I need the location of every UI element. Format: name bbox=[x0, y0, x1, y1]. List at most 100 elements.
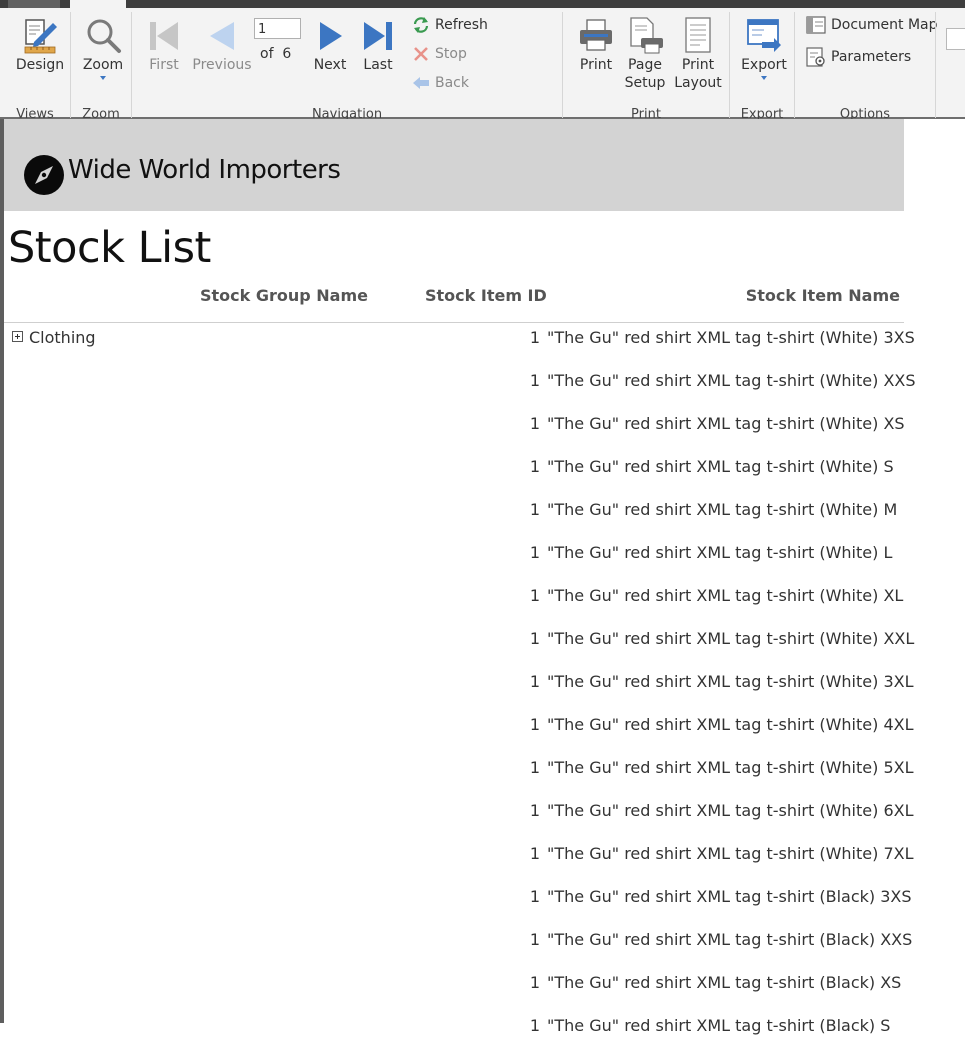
print-layout-icon bbox=[685, 17, 711, 53]
zoom-button[interactable]: Zoom bbox=[78, 16, 128, 80]
zoom-label: Zoom bbox=[82, 57, 124, 73]
page-setup-label-line1: Page bbox=[628, 57, 662, 73]
table-row: 1 "The Gu" red shirt XML tag t-shirt (Whi… bbox=[0, 800, 914, 843]
stock-item-name: "The Gu" red shirt XML tag t-shirt (Whit… bbox=[547, 328, 915, 347]
page-count: of 6 bbox=[260, 46, 291, 62]
window-top-strip bbox=[0, 0, 965, 8]
document-map-icon bbox=[806, 16, 826, 34]
stock-item-id: 1 bbox=[529, 801, 540, 820]
stock-item-name: "The Gu" red shirt XML tag t-shirt (Blac… bbox=[547, 887, 912, 906]
print-button[interactable]: Print bbox=[574, 16, 618, 74]
stock-item-id: 1 bbox=[529, 457, 540, 476]
stock-item-name: "The Gu" red shirt XML tag t-shirt (Whit… bbox=[547, 500, 898, 519]
export-button[interactable]: Export bbox=[738, 16, 790, 80]
stock-item-id: 1 bbox=[529, 930, 540, 949]
report-header-banner: Wide World Importers bbox=[4, 119, 904, 211]
stock-item-name: "The Gu" red shirt XML tag t-shirt (Blac… bbox=[547, 1016, 891, 1035]
next-page-button[interactable]: Next bbox=[308, 16, 352, 74]
stock-item-id: 1 bbox=[529, 371, 540, 390]
export-icon bbox=[747, 19, 781, 52]
stock-item-name: "The Gu" red shirt XML tag t-shirt (Whit… bbox=[547, 629, 915, 648]
parameters-icon bbox=[806, 47, 825, 67]
stock-item-id: 1 bbox=[529, 586, 540, 605]
stock-item-name: "The Gu" red shirt XML tag t-shirt (Blac… bbox=[547, 973, 902, 992]
parameters-button[interactable]: Parameters bbox=[806, 46, 911, 68]
stock-item-name: "The Gu" red shirt XML tag t-shirt (Whit… bbox=[547, 801, 914, 820]
parameters-label: Parameters bbox=[831, 49, 912, 65]
stock-item-id: 1 bbox=[529, 1016, 540, 1035]
first-page-icon bbox=[150, 22, 178, 50]
first-label: First bbox=[149, 57, 179, 73]
table-row: 1 "The Gu" red shirt XML tag t-shirt (Whi… bbox=[0, 585, 904, 628]
stop-label: Stop bbox=[435, 46, 467, 62]
of-label: of bbox=[260, 46, 274, 62]
table-row: 1 "The Gu" red shirt XML tag t-shirt (Whi… bbox=[0, 370, 916, 413]
last-page-icon bbox=[364, 22, 392, 50]
export-label: Export bbox=[741, 57, 787, 73]
compass-logo-icon bbox=[24, 155, 64, 195]
next-page-icon bbox=[320, 22, 342, 50]
zoom-dropdown-arrow-icon[interactable] bbox=[100, 76, 106, 80]
table-row: 1 "The Gu" red shirt XML tag t-shirt (Bla… bbox=[0, 972, 904, 1015]
document-map-button[interactable]: Document Map bbox=[806, 14, 938, 36]
stock-item-name: "The Gu" red shirt XML tag t-shirt (Whit… bbox=[547, 371, 916, 390]
stock-item-id: 1 bbox=[529, 672, 540, 691]
column-header-stock-group[interactable]: Stock Group Name bbox=[200, 286, 368, 305]
table-row: 1 "The Gu" red shirt XML tag t-shirt (Whi… bbox=[0, 327, 915, 370]
company-name: Wide World Importers bbox=[68, 155, 341, 185]
window-tab-active[interactable] bbox=[70, 0, 126, 8]
export-dropdown-arrow-icon[interactable] bbox=[761, 76, 767, 80]
table-row: 1 "The Gu" red shirt XML tag t-shirt (Bla… bbox=[0, 929, 912, 972]
stock-item-id: 1 bbox=[529, 629, 540, 648]
printer-icon bbox=[580, 19, 612, 51]
refresh-button[interactable]: Refresh bbox=[412, 14, 488, 36]
table-row: 1 "The Gu" red shirt XML tag t-shirt (Whi… bbox=[0, 413, 905, 456]
stock-item-id: 1 bbox=[529, 500, 540, 519]
table-row: 1 "The Gu" red shirt XML tag t-shirt (Whi… bbox=[0, 456, 904, 499]
table-row: 1 "The Gu" red shirt XML tag t-shirt (Whi… bbox=[0, 499, 904, 542]
stock-item-id: 1 bbox=[529, 414, 540, 433]
previous-page-button[interactable]: Previous bbox=[192, 16, 252, 74]
page-setup-button[interactable]: Page Setup bbox=[622, 16, 668, 92]
stock-item-name: "The Gu" red shirt XML tag t-shirt (Whit… bbox=[547, 414, 905, 433]
window-tab[interactable] bbox=[8, 0, 60, 8]
refresh-icon bbox=[413, 17, 429, 33]
find-input[interactable] bbox=[946, 28, 965, 50]
stock-item-id: 1 bbox=[529, 887, 540, 906]
refresh-label: Refresh bbox=[435, 17, 488, 33]
stock-item-name: "The Gu" red shirt XML tag t-shirt (Whit… bbox=[547, 758, 914, 777]
print-label: Print bbox=[579, 57, 613, 73]
back-button[interactable]: Back bbox=[412, 72, 469, 94]
stop-icon bbox=[414, 47, 428, 61]
stock-item-id: 1 bbox=[529, 328, 540, 347]
stop-button[interactable]: Stop bbox=[412, 43, 467, 65]
current-page-input[interactable]: 1 bbox=[254, 18, 301, 39]
design-label: Design bbox=[15, 57, 65, 73]
table-row: 1 "The Gu" red shirt XML tag t-shirt (Whi… bbox=[0, 714, 914, 757]
report-title: Stock List bbox=[8, 223, 211, 273]
last-page-button[interactable]: Last bbox=[356, 16, 400, 74]
back-label: Back bbox=[435, 75, 469, 91]
stock-item-id: 1 bbox=[529, 543, 540, 562]
header-divider bbox=[4, 322, 904, 323]
next-label: Next bbox=[313, 57, 347, 73]
stock-item-id: 1 bbox=[529, 844, 540, 863]
stock-item-id: 1 bbox=[529, 758, 540, 777]
stock-item-name: "The Gu" red shirt XML tag t-shirt (Whit… bbox=[547, 586, 904, 605]
table-row: 1 "The Gu" red shirt XML tag t-shirt (Whi… bbox=[0, 542, 904, 585]
table-row: 1 "The Gu" red shirt XML tag t-shirt (Whi… bbox=[0, 671, 914, 714]
first-page-button[interactable]: First bbox=[142, 16, 186, 74]
column-header-stock-item-name[interactable]: Stock Item Name bbox=[746, 286, 900, 305]
stock-item-rows: 1 "The Gu" red shirt XML tag t-shirt (Whi… bbox=[0, 327, 916, 1058]
print-layout-button[interactable]: Print Layout bbox=[674, 16, 722, 92]
table-row: 1 "The Gu" red shirt XML tag t-shirt (Bla… bbox=[0, 886, 912, 929]
stock-item-name: "The Gu" red shirt XML tag t-shirt (Whit… bbox=[547, 672, 914, 691]
table-row: 1 "The Gu" red shirt XML tag t-shirt (Whi… bbox=[0, 843, 914, 886]
stock-item-id: 1 bbox=[529, 715, 540, 734]
column-header-stock-item-id[interactable]: Stock Item ID bbox=[425, 286, 547, 305]
previous-label: Previous bbox=[192, 57, 252, 73]
print-layout-label-line1: Print bbox=[681, 57, 715, 73]
stock-item-name: "The Gu" red shirt XML tag t-shirt (Blac… bbox=[547, 930, 913, 949]
design-button[interactable]: Design bbox=[14, 16, 66, 74]
stock-item-name: "The Gu" red shirt XML tag t-shirt (Whit… bbox=[547, 457, 894, 476]
